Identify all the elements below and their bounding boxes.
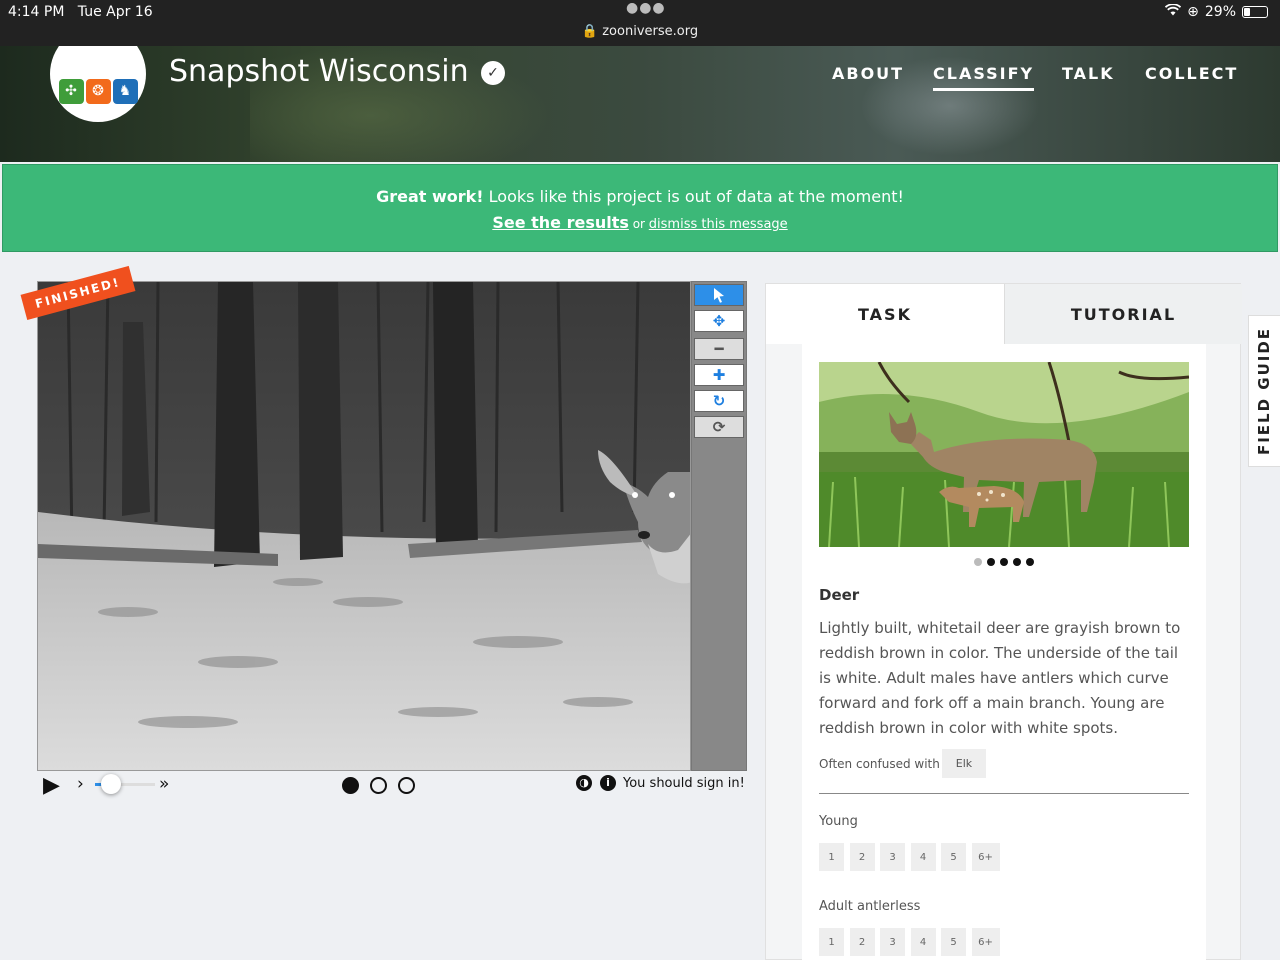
count-button[interactable]: 5 [941,928,966,956]
step-forward-icon[interactable]: › [77,774,84,794]
info-icon[interactable]: i [600,775,616,791]
zoom-in-icon[interactable]: ✚ [694,364,744,386]
question-label: Young [819,814,858,829]
lock-icon: 🔒 [581,24,599,39]
nav-talk[interactable]: TALK [1062,64,1115,83]
count-button[interactable]: 4 [910,843,936,871]
play-icon[interactable]: ▶ [43,773,60,798]
reset-icon[interactable]: ⟳ [694,416,744,438]
count-button[interactable]: 1 [819,928,844,956]
url-text: zooniverse.org [602,24,699,39]
frame-controls: ▶ › » ◑ i You should sign in! [37,772,749,798]
count-button[interactable]: 1 [819,843,844,871]
tab-tutorial[interactable]: TUTORIAL [1004,284,1242,344]
status-time: 4:14 PM Tue Apr 16 [8,4,153,20]
address-bar[interactable]: 🔒 zooniverse.org [0,24,1280,39]
speed-slider-handle[interactable] [101,774,121,794]
count-button[interactable]: 5 [941,843,966,871]
count-button[interactable]: 2 [849,843,875,871]
task-panel: TASK TUTORIAL Deer Lightly built, whitet… [765,283,1242,960]
photo-pager-dot-2[interactable] [987,558,995,566]
tab-task[interactable]: TASK [766,284,1004,344]
status-bar: 4:14 PM Tue Apr 16 ●●● 🔒 zooniverse.org … [0,0,1280,46]
nav-about[interactable]: ABOUT [832,64,904,83]
species-name: Deer [819,586,860,604]
wifi-icon [1165,3,1182,20]
divider [819,793,1189,794]
camera-icon: ❂ [85,78,111,104]
subject-toolbar: ✥ ━ ✚ ↻ ⟳ [691,281,747,771]
project-title[interactable]: Snapshot Wisconsin [169,54,469,89]
out-of-data-banner: Great work! Looks like this project is o… [2,164,1278,252]
confused-with-label: Often confused with [819,757,940,771]
deer-icon: ♞ [112,78,138,104]
annotate-pointer-icon[interactable] [694,284,744,306]
question-label: Adult antlerless [819,899,921,914]
see-results-link[interactable]: See the results [492,213,629,232]
count-button[interactable]: 3 [880,928,905,956]
banner-message: Great work! Looks like this project is o… [376,187,904,206]
plant-icon: ✣ [58,78,84,104]
confused-with-elk-button[interactable]: Elk [942,749,986,778]
orientation-lock-icon: ⊕ [1187,4,1199,20]
photo-pager-dot-1[interactable] [974,558,982,566]
field-guide-tab[interactable]: FIELD GUIDE [1248,315,1280,467]
count-button[interactable]: 6+ [971,843,1000,871]
status-indicators: ⊕ 29% [1165,3,1268,20]
tab-dots-icon[interactable]: ●●● [626,0,666,16]
zoom-out-icon[interactable]: ━ [694,338,744,360]
nav-collect[interactable]: COLLECT [1145,64,1238,83]
invert-contrast-icon[interactable]: ◑ [576,775,592,791]
sign-in-message[interactable]: You should sign in! [623,776,745,791]
frame-dot-3[interactable] [398,777,415,794]
photo-pager-dot-5[interactable] [1026,558,1034,566]
species-description: Lightly built, whitetail deer are grayis… [819,619,1181,737]
count-button[interactable]: 4 [910,928,936,956]
photo-pager-dot-4[interactable] [1013,558,1021,566]
battery-icon [1242,6,1268,18]
verified-badge-icon: ✓ [481,61,505,85]
dismiss-message-link[interactable]: dismiss this message [649,217,788,232]
subject-image[interactable] [37,281,691,771]
battery-percent: 29% [1204,4,1236,20]
rotate-icon[interactable]: ↻ [694,390,744,412]
frame-dot-1[interactable] [342,777,359,794]
frame-dot-2[interactable] [370,777,387,794]
nav-classify[interactable]: CLASSIFY [933,64,1035,91]
fast-forward-icon[interactable]: » [159,774,169,794]
move-icon[interactable]: ✥ [694,310,744,332]
count-button[interactable]: 6+ [971,928,1000,956]
count-button[interactable]: 2 [849,928,875,956]
photo-pager-dot-3[interactable] [1000,558,1008,566]
count-button[interactable]: 3 [880,843,905,871]
project-logo[interactable]: ✣ ❂ ♞ [50,46,146,122]
task-content: Deer Lightly built, whitetail deer are g… [802,344,1206,960]
project-header: ✣ ❂ ♞ Snapshot Wisconsin ✓ ABOUT CLASSIF… [0,46,1280,162]
species-photo[interactable] [819,362,1189,547]
